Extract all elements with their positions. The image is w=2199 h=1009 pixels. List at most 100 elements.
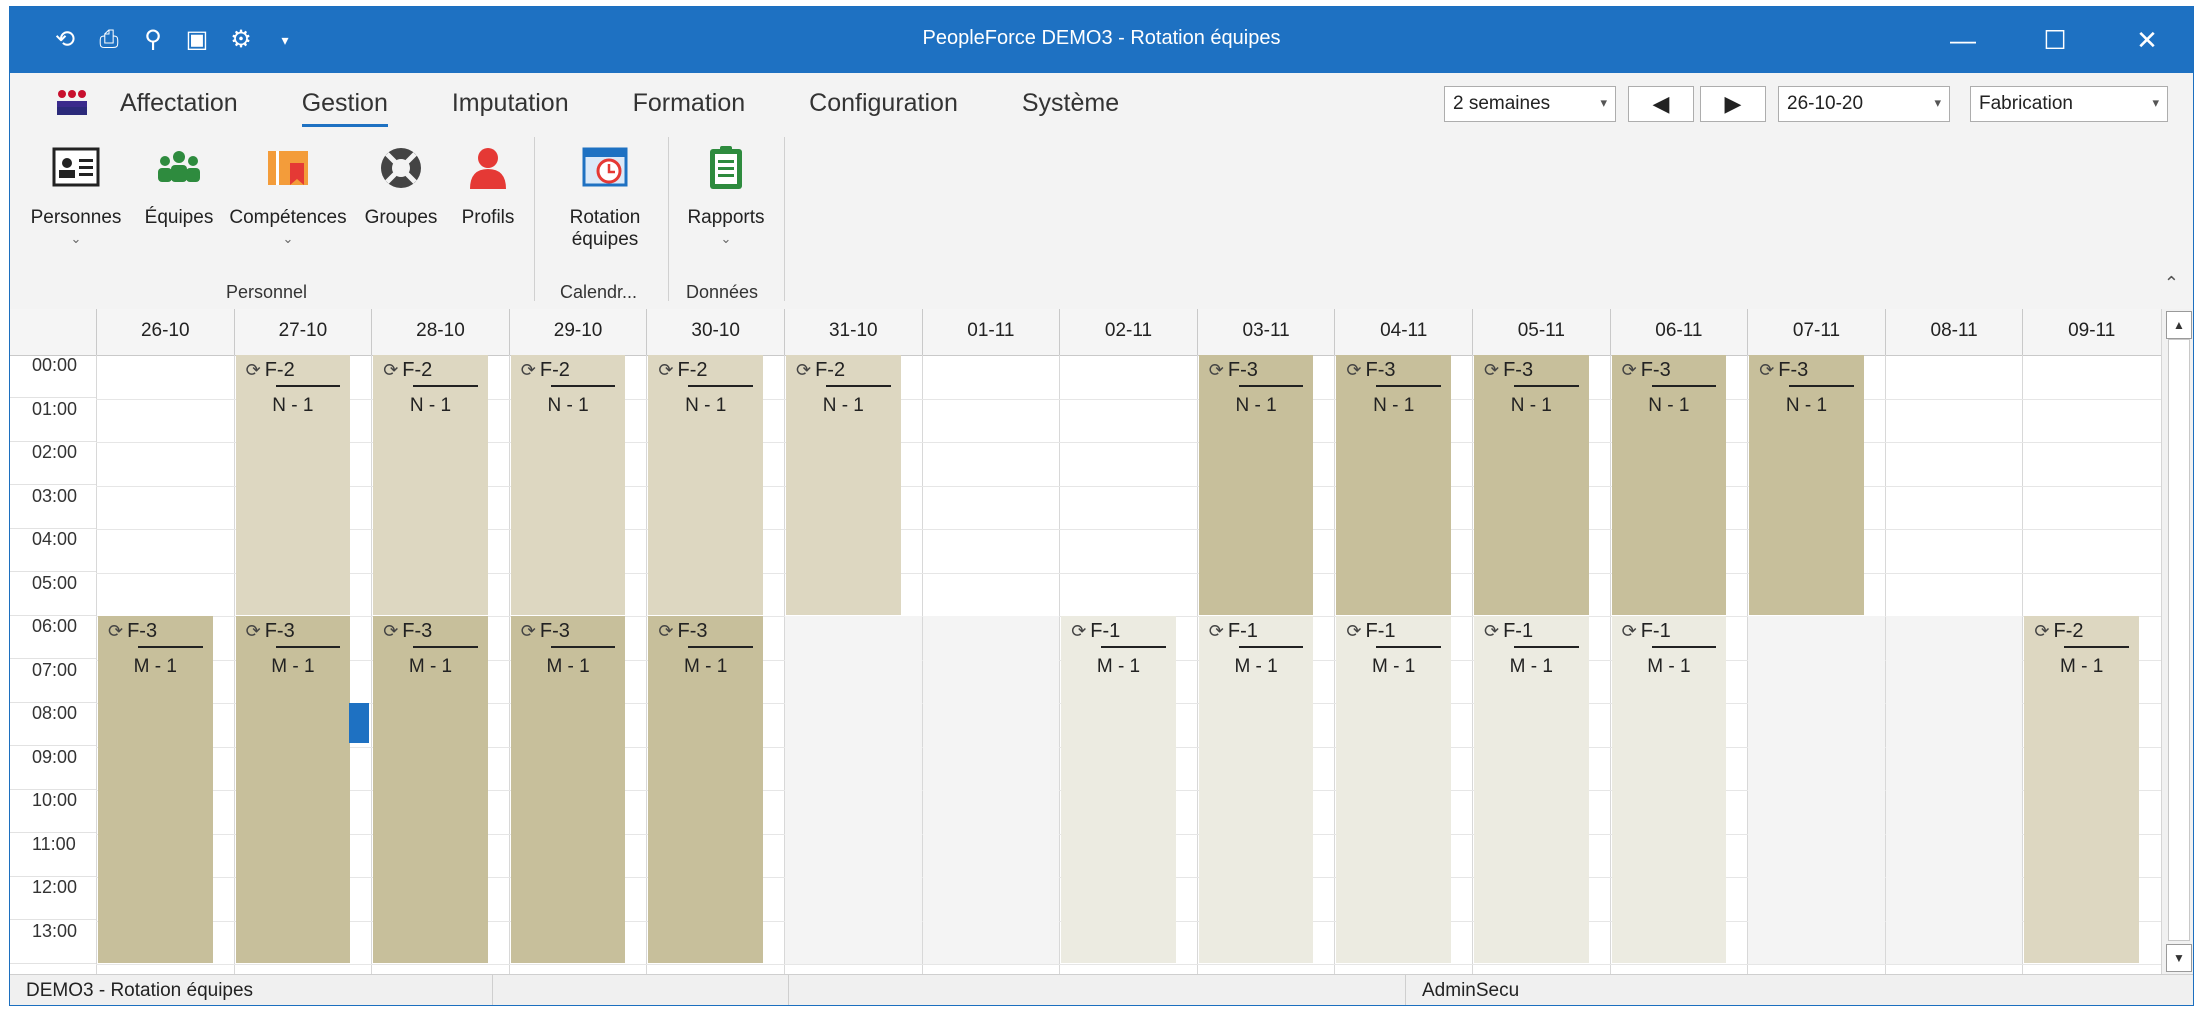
shift-block[interactable]: ⟳ F-1 M - 1	[1611, 616, 1727, 963]
shift-block[interactable]: ⟳ F-2 M - 1	[2024, 616, 2139, 963]
shift-code: F-3	[677, 620, 708, 642]
chevron-down-icon: ▾	[2152, 95, 2159, 110]
shift-team: N - 1	[1648, 395, 1690, 416]
day-header[interactable]: 04-11	[1334, 309, 1472, 355]
tab-gestion[interactable]: Gestion	[301, 89, 388, 127]
day-header[interactable]: 30-10	[646, 309, 784, 355]
day-header[interactable]: 26-10	[96, 309, 234, 355]
shift-block[interactable]: ⟳ F-3 M - 1	[98, 616, 213, 963]
tab-imputation[interactable]: Imputation	[452, 89, 569, 127]
hour-label: 11:00	[10, 834, 96, 877]
tab-affectation[interactable]: Affectation	[120, 89, 238, 127]
scroll-down-arrow-icon[interactable]: ▼	[2166, 944, 2192, 972]
personnes-button[interactable]: Personnes ⌄	[24, 143, 128, 247]
rotation-icon: ⟳	[658, 621, 674, 641]
prev-period-button[interactable]: ◀	[1628, 86, 1694, 122]
hour-label: 05:00	[10, 573, 96, 616]
day-header[interactable]: 09-11	[2022, 309, 2160, 355]
next-period-button[interactable]: ▶	[1700, 86, 1766, 122]
shift-code: F-3	[1365, 359, 1396, 381]
hour-label: 10:00	[10, 790, 96, 833]
hour-label: 13:00	[10, 921, 96, 964]
competences-button[interactable]: Compétences ⌄	[224, 143, 352, 247]
group-label-personnel: Personnel	[226, 282, 308, 302]
shift-team: N - 1	[1510, 395, 1552, 416]
day-header[interactable]: 06-11	[1609, 309, 1748, 355]
day-header[interactable]: 08-11	[1884, 309, 2023, 355]
day-header[interactable]: 27-10	[233, 309, 372, 355]
day-header[interactable]: 07-11	[1747, 309, 1885, 355]
shift-block[interactable]: ⟳ F-2 N - 1	[786, 355, 901, 615]
shift-team: M - 1	[408, 656, 453, 677]
shift-team: N - 1	[685, 395, 727, 416]
day-header[interactable]: 01-11	[921, 309, 1060, 355]
rotation-equipes-button[interactable]: Rotation équipes	[550, 143, 660, 251]
hour-label: 00:00	[10, 355, 96, 398]
groupes-button[interactable]: Groupes	[358, 143, 444, 229]
shift-block[interactable]: ⟳ F-2 N - 1	[373, 355, 488, 615]
shift-block[interactable]: ⟳ F-3 N - 1	[1474, 355, 1589, 615]
date-picker[interactable]: 26-10-20 ▾	[1778, 86, 1950, 122]
shift-block[interactable]: ⟳ F-2 N - 1	[510, 355, 626, 615]
hour-label: 01:00	[10, 399, 96, 442]
hour-label: 09:00	[10, 747, 96, 790]
rotation-icon: ⟳	[1071, 621, 1087, 641]
close-button[interactable]: ✕	[2101, 7, 2193, 73]
shift-block[interactable]: ⟳ F-3 N - 1	[1198, 355, 1314, 615]
shift-team: N - 1	[1373, 395, 1415, 416]
scroll-up-arrow-icon[interactable]: ▲	[2166, 311, 2192, 339]
rapports-button[interactable]: Rapports ⌄	[676, 143, 776, 247]
selection-marker[interactable]	[349, 703, 370, 743]
shift-block[interactable]: ⟳ F-1 M - 1	[1061, 616, 1176, 963]
maximize-button[interactable]: ☐	[2009, 7, 2101, 73]
shift-team: M - 1	[1372, 656, 1416, 677]
day-header[interactable]: 02-11	[1059, 309, 1197, 355]
shift-block[interactable]: ⟳ F-3 M - 1	[648, 616, 763, 963]
rotation-icon: ⟳	[383, 621, 399, 641]
tab-configuration[interactable]: Configuration	[809, 89, 958, 127]
shift-code: F-3	[539, 620, 570, 642]
day-header[interactable]: 03-11	[1196, 309, 1335, 355]
chevron-down-icon: ▾	[1934, 95, 1941, 110]
shift-block[interactable]: ⟳ F-1 M - 1	[1336, 616, 1451, 963]
day-header[interactable]: 31-10	[784, 309, 922, 355]
shift-block[interactable]: ⟳ F-2 N - 1	[235, 355, 351, 615]
shift-block[interactable]: ⟳ F-1 M - 1	[1198, 616, 1314, 963]
shift-block[interactable]: ⟳ F-3 N - 1	[1611, 355, 1727, 615]
shift-block[interactable]: ⟳ F-2 N - 1	[648, 355, 763, 615]
tab-systeme[interactable]: Système	[1022, 89, 1119, 127]
shift-block[interactable]: ⟳ F-3 M - 1	[235, 616, 351, 963]
day-header[interactable]: 05-11	[1472, 309, 1610, 355]
group-label-donnees: Données	[686, 282, 759, 302]
shift-code: F-2	[539, 359, 570, 381]
shift-block[interactable]: ⟳ F-3 M - 1	[510, 616, 626, 963]
scroll-thumb[interactable]	[2168, 339, 2190, 941]
tab-formation[interactable]: Formation	[633, 89, 746, 127]
day-header[interactable]: 28-10	[371, 309, 509, 355]
shift-code: F-2	[402, 359, 433, 381]
shift-code: F-3	[1640, 359, 1671, 381]
minimize-button[interactable]: —	[1917, 7, 2009, 73]
vertical-scrollbar[interactable]: ▲ ▼	[2161, 309, 2193, 974]
rotation-icon: ⟳	[1484, 360, 1500, 380]
shift-code: F-2	[264, 359, 295, 381]
rotation-icon: ⟳	[1208, 621, 1224, 641]
shift-code: F-2	[815, 359, 846, 381]
period-select[interactable]: 2 semaines ▾	[1444, 86, 1616, 122]
rotation-icon: ⟳	[108, 621, 124, 641]
shift-code: F-3	[1778, 359, 1809, 381]
profils-button[interactable]: Profils	[450, 143, 526, 229]
department-select[interactable]: Fabrication ▾	[1970, 86, 2168, 122]
shift-block[interactable]: ⟳ F-3 N - 1	[1749, 355, 1864, 615]
shift-block[interactable]: ⟳ F-1 M - 1	[1474, 616, 1589, 963]
shift-team: N - 1	[1235, 395, 1277, 416]
equipes-button[interactable]: Équipes	[134, 143, 224, 229]
day-header[interactable]: 29-10	[508, 309, 647, 355]
shift-block[interactable]: ⟳ F-3 N - 1	[1336, 355, 1451, 615]
shift-team: M - 1	[1096, 656, 1141, 677]
rotation-icon: ⟳	[796, 360, 812, 380]
shift-code: F-1	[1090, 620, 1121, 642]
user-profile-icon	[470, 148, 506, 189]
collapse-ribbon-icon[interactable]: ⌃	[2164, 273, 2179, 294]
shift-block[interactable]: ⟳ F-3 M - 1	[373, 616, 488, 963]
